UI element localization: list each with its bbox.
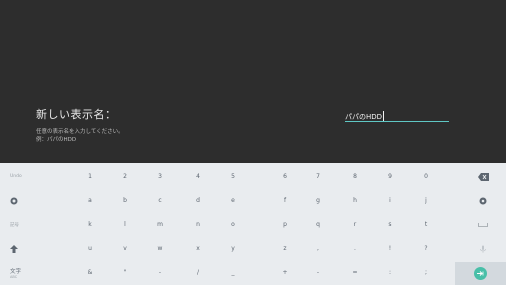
key-underscore[interactable]: _ — [218, 261, 248, 284]
space-icon[interactable] — [468, 213, 498, 236]
char-mode-label: 文字 — [10, 268, 22, 275]
backspace-icon[interactable] — [468, 165, 498, 188]
key-6[interactable]: 6 — [270, 165, 300, 188]
key-r[interactable]: r — [340, 213, 370, 236]
key-p[interactable]: p — [270, 213, 300, 236]
key-7[interactable]: 7 — [303, 165, 333, 188]
key-n[interactable]: n — [183, 213, 213, 236]
key-b[interactable]: b — [110, 189, 140, 212]
key-semicolon[interactable]: ; — [411, 261, 441, 284]
key-o[interactable]: o — [218, 213, 248, 236]
keyboard-row-1: Undo 1 2 3 4 5 6 7 8 9 0 — [0, 165, 506, 188]
key-colon[interactable]: : — [375, 261, 405, 284]
key-slash[interactable]: / — [183, 261, 213, 284]
name-input[interactable]: パパのHDD — [345, 104, 449, 122]
key-9[interactable]: 9 — [375, 165, 405, 188]
enter-icon[interactable] — [474, 267, 487, 280]
key-dash[interactable]: - — [145, 261, 175, 284]
keyboard-row-5: 文字 ABC & " - / _ + - = : ; — [0, 261, 506, 284]
key-j[interactable]: j — [411, 189, 441, 212]
key-plus[interactable]: + — [270, 261, 300, 284]
help-text: 任意の表示名を入力してください。 例：パパのHDD — [36, 128, 124, 144]
char-mode-sub: ABC — [10, 274, 18, 279]
help-line-2: 例：パパのHDD — [36, 137, 77, 143]
key-h[interactable]: h — [340, 189, 370, 212]
key-8[interactable]: 8 — [340, 165, 370, 188]
symbols-key[interactable]: 記号 — [0, 213, 60, 236]
keyboard-row-4: u v w x y z , . ! ? — [0, 237, 506, 260]
key-c[interactable]: c — [145, 189, 175, 212]
dialog-title: 新しい表示名： — [36, 108, 117, 121]
key-s[interactable]: s — [375, 213, 405, 236]
key-q[interactable]: q — [303, 213, 333, 236]
mic-alt-icon[interactable] — [468, 237, 498, 260]
key-e[interactable]: e — [218, 189, 248, 212]
key-question[interactable]: ? — [411, 237, 441, 260]
key-g[interactable]: g — [303, 189, 333, 212]
shift-icon[interactable] — [0, 237, 60, 260]
key-m[interactable]: m — [145, 213, 175, 236]
key-k[interactable]: k — [75, 213, 105, 236]
undo-key[interactable]: Undo — [0, 165, 60, 188]
key-u[interactable]: u — [75, 237, 105, 260]
key-f[interactable]: f — [270, 189, 300, 212]
key-d[interactable]: d — [183, 189, 213, 212]
rename-dialog: 新しい表示名： 任意の表示名を入力してください。 例：パパのHDD パパのHDD — [0, 0, 506, 163]
key-period[interactable]: . — [340, 237, 370, 260]
key-l[interactable]: l — [110, 213, 140, 236]
key-minus[interactable]: - — [303, 261, 333, 284]
key-x[interactable]: x — [183, 237, 213, 260]
keyboard-row-3: 記号 k l m n o p q r s t — [0, 213, 506, 236]
help-line-1: 任意の表示名を入力してください。 — [36, 129, 124, 135]
key-v[interactable]: v — [110, 237, 140, 260]
key-y[interactable]: y — [218, 237, 248, 260]
globe-icon[interactable] — [0, 189, 60, 212]
key-4[interactable]: 4 — [183, 165, 213, 188]
char-mode-key[interactable]: 文字 ABC — [0, 261, 60, 284]
microphone-icon[interactable] — [468, 189, 498, 212]
key-a[interactable]: a — [75, 189, 105, 212]
key-exclamation[interactable]: ! — [375, 237, 405, 260]
text-cursor — [383, 111, 385, 121]
key-equals[interactable]: = — [340, 261, 370, 284]
key-i[interactable]: i — [375, 189, 405, 212]
key-t[interactable]: t — [411, 213, 441, 236]
key-z[interactable]: z — [270, 237, 300, 260]
key-comma[interactable]: , — [303, 237, 333, 260]
key-2[interactable]: 2 — [110, 165, 140, 188]
input-underline — [345, 121, 449, 122]
keyboard-row-2: a b c d e f g h i j — [0, 189, 506, 212]
key-5[interactable]: 5 — [218, 165, 248, 188]
key-3[interactable]: 3 — [145, 165, 175, 188]
key-0[interactable]: 0 — [411, 165, 441, 188]
key-ampersand[interactable]: & — [75, 261, 105, 284]
onscreen-keyboard: Undo 1 2 3 4 5 6 7 8 9 0 a b c d e f g h… — [0, 163, 506, 285]
key-w[interactable]: w — [145, 237, 175, 260]
key-1[interactable]: 1 — [75, 165, 105, 188]
key-quote[interactable]: " — [110, 261, 140, 284]
